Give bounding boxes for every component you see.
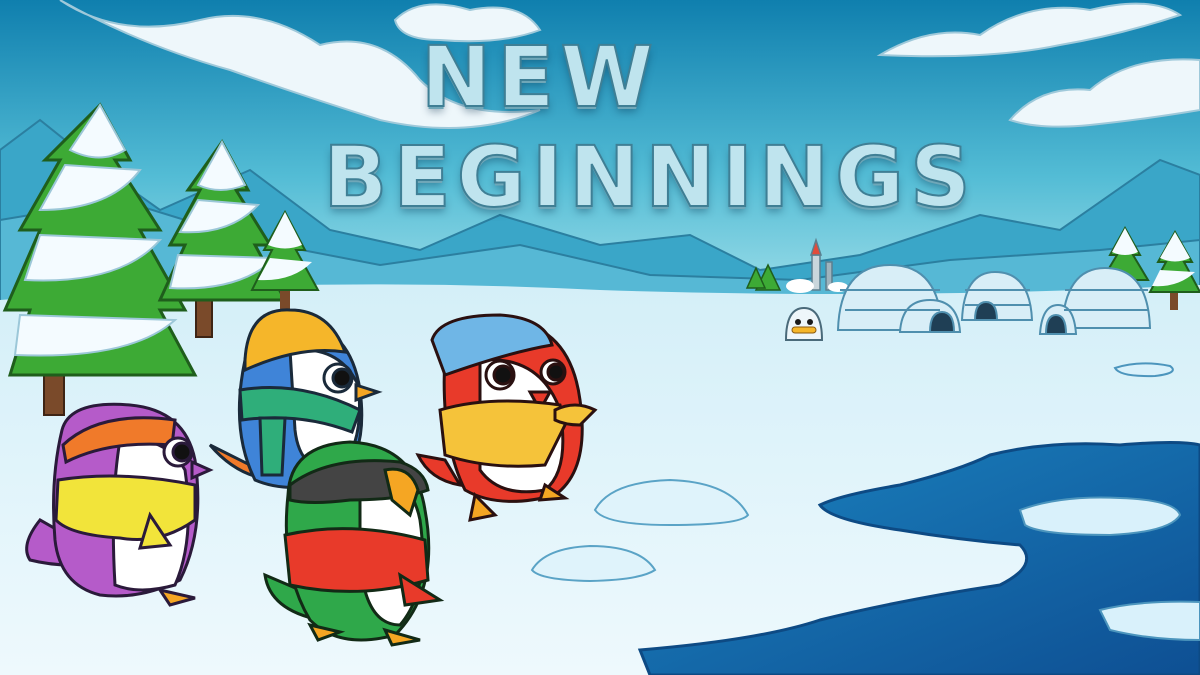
- title-line-2: BEGINNINGS: [322, 127, 977, 227]
- title-line-1: NEW: [420, 27, 660, 127]
- game-scene: NEW BEGINNINGS: [0, 0, 1200, 675]
